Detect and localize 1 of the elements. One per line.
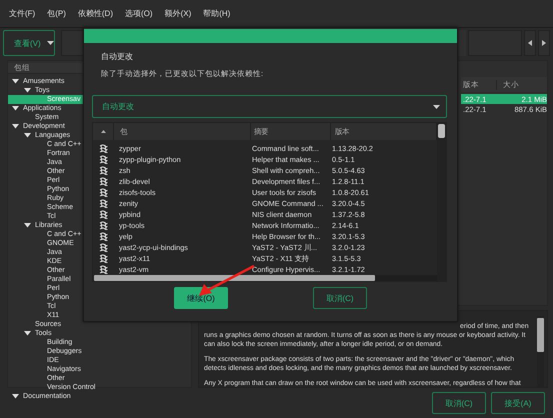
dialog-heading: 自动更改 xyxy=(101,51,134,63)
